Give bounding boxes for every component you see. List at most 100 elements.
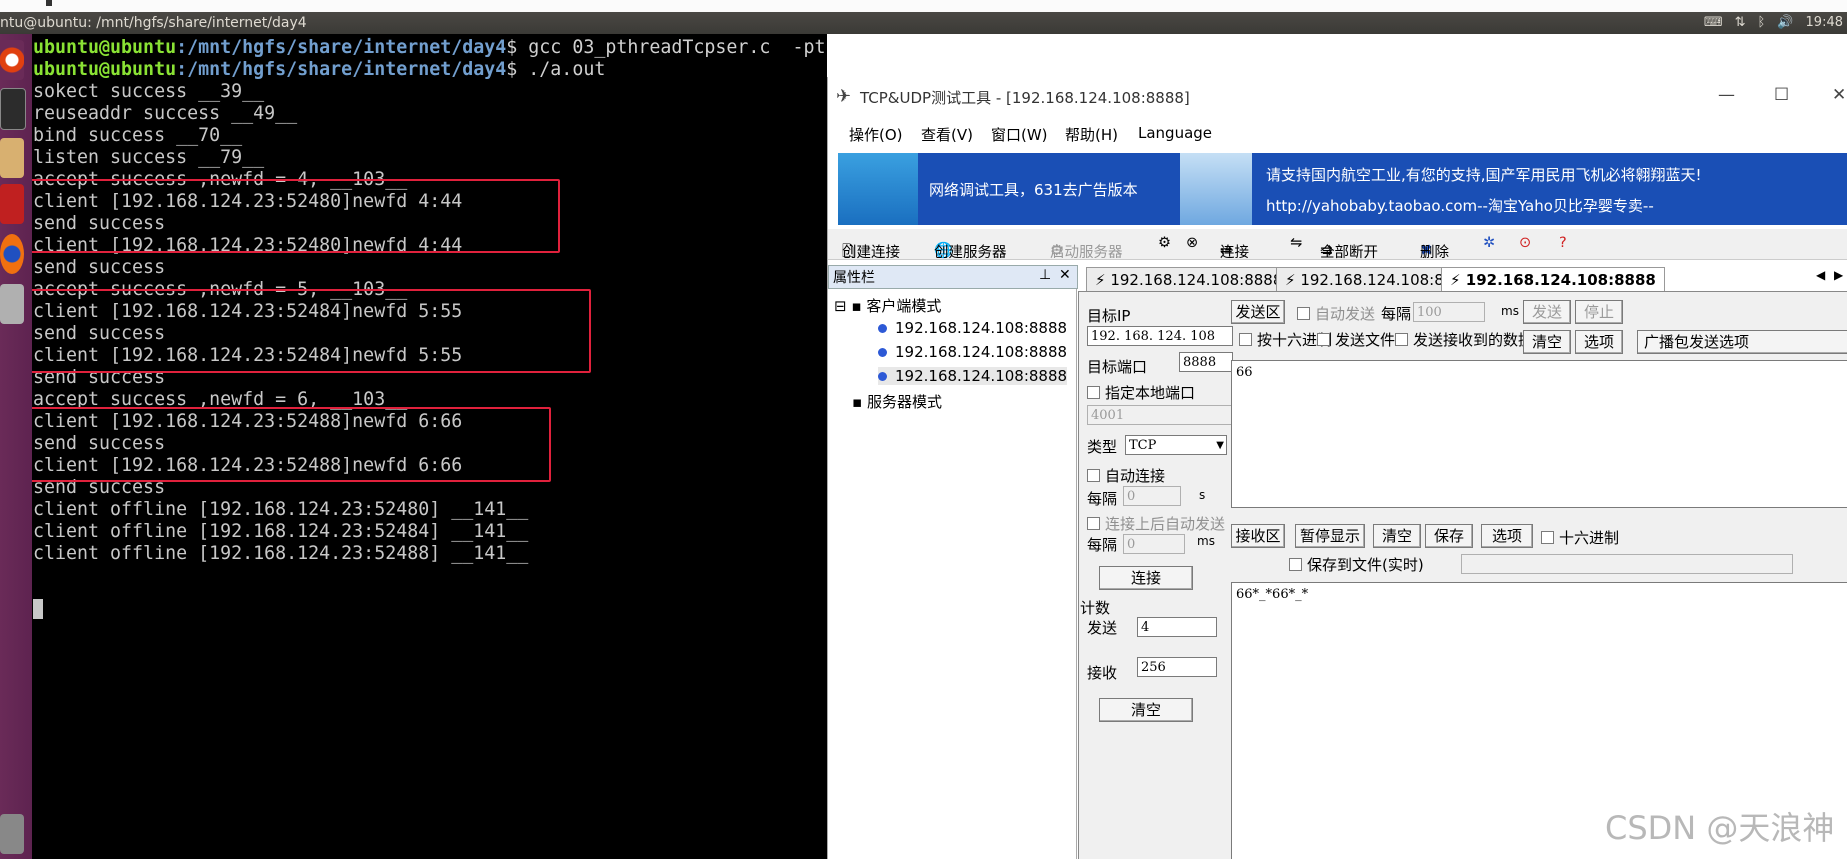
tree-connection-3[interactable]: 192.168.124.108:8888 <box>878 367 1068 385</box>
menu-window[interactable]: 窗口(W) <box>991 124 1048 145</box>
bluetooth-icon[interactable]: ᛒ <box>1758 12 1766 34</box>
recv-hex-checkbox[interactable]: 十六进制 <box>1541 527 1619 548</box>
dash-icon[interactable] <box>0 40 24 80</box>
terminal-line: client offline [192.168.124.23:52488] __… <box>33 543 529 564</box>
send-count-input[interactable]: 4 <box>1137 617 1217 637</box>
server-settings-icon[interactable]: ⚙ <box>1158 235 1171 251</box>
unit-seconds: s <box>1199 488 1206 502</box>
minimize-icon[interactable]: — <box>1718 85 1735 105</box>
recv-count-label: 接收 <box>1087 664 1118 682</box>
terminal-window[interactable]: ubuntu@ubuntu:/mnt/hgfs/share/internet/d… <box>32 34 827 859</box>
tree-server-mode[interactable]: ▪ 服务器模式 <box>852 391 942 412</box>
broadcast-options-button[interactable]: 广播包发送选项 <box>1637 330 1847 354</box>
send-received-checkbox[interactable]: 发送接收到的数据 <box>1395 329 1533 350</box>
volume-icon[interactable]: 🔊 <box>1777 12 1793 34</box>
connection-tab-icon: ⚡ <box>1095 271 1106 289</box>
every-label: 每隔 <box>1087 490 1118 508</box>
record-icon[interactable]: ⊙ <box>1519 235 1531 251</box>
firefox-icon[interactable] <box>0 234 24 274</box>
tab-scroll-left-icon[interactable]: ◀ <box>1816 268 1825 282</box>
checkbox-box <box>1239 333 1252 346</box>
property-pane-header: 属性栏 ⊥ ✕ <box>828 265 1078 289</box>
menu-language[interactable]: Language <box>1138 124 1212 142</box>
tree-connection-2[interactable]: 192.168.124.108:8888 <box>878 343 1067 361</box>
pause-display-button[interactable]: 暂停显示 <box>1295 524 1365 548</box>
send-file-label: 发送文件 <box>1335 331 1396 349</box>
send-every-label: 每隔 <box>1381 305 1412 323</box>
network-icon[interactable]: ⇅ <box>1735 12 1746 34</box>
clear-count-button[interactable]: 清空 <box>1099 698 1193 722</box>
editor-app-icon[interactable] <box>0 184 24 224</box>
terminal-line: client offline [192.168.124.23:52480] __… <box>33 499 529 520</box>
close-icon[interactable]: ✕ <box>1832 85 1846 105</box>
launcher <box>0 34 32 859</box>
tab-connection-1[interactable]: ⚡ 192.168.124.108:8888 <box>1086 267 1292 292</box>
settings-app-icon[interactable] <box>0 284 24 324</box>
server-mode-label: 服务器模式 <box>866 393 942 411</box>
target-port-input[interactable]: 8888 <box>1179 352 1233 372</box>
maximize-icon[interactable]: ☐ <box>1774 85 1789 105</box>
tab-connection-3[interactable]: ⚡ 192.168.124.108:8888 <box>1441 267 1665 292</box>
send-received-label: 发送接收到的数据 <box>1413 331 1534 349</box>
ad-banner[interactable]: 网络调试工具，631去广告版本 请支持国内航空工业,有您的支持,国产军用民用飞机… <box>838 153 1847 225</box>
local-port-checkbox[interactable]: 指定本地端口 <box>1087 382 1195 403</box>
send-textarea[interactable]: 66 <box>1231 360 1847 508</box>
stop-icon[interactable]: ⊗ <box>1186 235 1198 251</box>
checkbox-box <box>1317 333 1330 346</box>
help-icon[interactable]: ? <box>1559 235 1567 251</box>
auto-connect-checkbox[interactable]: 自动连接 <box>1087 465 1165 486</box>
menu-help[interactable]: 帮助(H) <box>1065 124 1118 145</box>
send-button[interactable]: 发送 <box>1523 300 1571 324</box>
collapse-icon[interactable]: ⊟ <box>834 297 847 315</box>
checkbox-box <box>1087 469 1100 482</box>
connect-interval-input[interactable]: 0 <box>1123 486 1181 506</box>
connection-status-icon <box>878 372 887 381</box>
menu-operate[interactable]: 操作(O) <box>849 124 903 145</box>
files-app-icon[interactable] <box>0 138 24 178</box>
auto-send-checkbox[interactable]: 自动发送 <box>1297 303 1375 324</box>
pane-close-icon[interactable]: ✕ <box>1059 267 1071 283</box>
send-file-checkbox[interactable]: 发送文件 <box>1317 329 1395 350</box>
tool-title-bar[interactable]: ✈ TCP&UDP测试工具 - [192.168.124.108:8888] —… <box>828 77 1847 117</box>
recv-count-input[interactable]: 256 <box>1137 657 1217 677</box>
save-button[interactable]: 保存 <box>1425 524 1473 548</box>
target-port-label: 目标端口 <box>1087 358 1148 376</box>
count-label: 计数 <box>1080 599 1111 617</box>
recv-clear-button[interactable]: 清空 <box>1373 524 1421 548</box>
tree-connection-1[interactable]: 192.168.124.108:8888 <box>878 319 1067 337</box>
menu-view[interactable]: 查看(V) <box>921 124 973 145</box>
send-interval-input[interactable]: 100 <box>1413 302 1485 322</box>
connection-label: 192.168.124.108:8888 <box>895 343 1068 361</box>
trash-icon[interactable] <box>0 814 24 854</box>
keyboard-icon[interactable]: ⌨ <box>1704 12 1723 34</box>
auto-send-interval-input[interactable]: 0 <box>1123 534 1185 554</box>
checkbox-box <box>1087 386 1100 399</box>
fighter-jet-image <box>838 153 918 225</box>
clock[interactable]: 19:48 <box>1806 12 1843 34</box>
save-to-file-checkbox[interactable]: 保存到文件(实时) <box>1289 554 1424 575</box>
tcp-udp-tool-window[interactable]: ✈ TCP&UDP测试工具 - [192.168.124.108:8888] —… <box>827 77 1847 859</box>
terminal-line: client offline [192.168.124.23:52484] __… <box>33 521 529 542</box>
send-clear-button[interactable]: 清空 <box>1523 330 1571 354</box>
send-options-button[interactable]: 选项 <box>1575 330 1623 354</box>
prompt-command: $ ./a.out <box>506 59 606 80</box>
terminal-app-icon[interactable] <box>0 88 26 130</box>
client-mode-label: 客户端模式 <box>866 297 942 315</box>
connection-label: 192.168.124.108:8888 <box>895 319 1068 337</box>
type-select[interactable]: TCP ▼ <box>1125 435 1227 455</box>
recv-options-button[interactable]: 选项 <box>1481 524 1533 548</box>
create-connection-label: 创建连接 <box>842 245 900 261</box>
auto-send-after-connect-checkbox[interactable]: 连接上后自动发送 <box>1087 513 1225 534</box>
stop-button[interactable]: 停止 <box>1575 300 1623 324</box>
local-port-input[interactable]: 4001 <box>1087 405 1233 425</box>
connect-form-button[interactable]: 连接 <box>1099 566 1193 590</box>
tree-client-mode[interactable]: ⊟ ▪ 客户端模式 <box>834 295 941 316</box>
terminal-cursor <box>33 599 43 619</box>
settings-icon[interactable]: ✲ <box>1483 235 1495 251</box>
target-ip-input[interactable]: 192. 168. 124. 108 <box>1087 326 1233 346</box>
chevron-down-icon[interactable]: ▼ <box>1216 436 1224 456</box>
pin-icon[interactable]: ⊥ <box>1039 267 1051 283</box>
save-file-path-input[interactable] <box>1461 554 1793 574</box>
tab-scroll-right-icon[interactable]: ▶ <box>1834 268 1843 282</box>
disconnect-icon[interactable]: ⇋ <box>1290 235 1302 251</box>
